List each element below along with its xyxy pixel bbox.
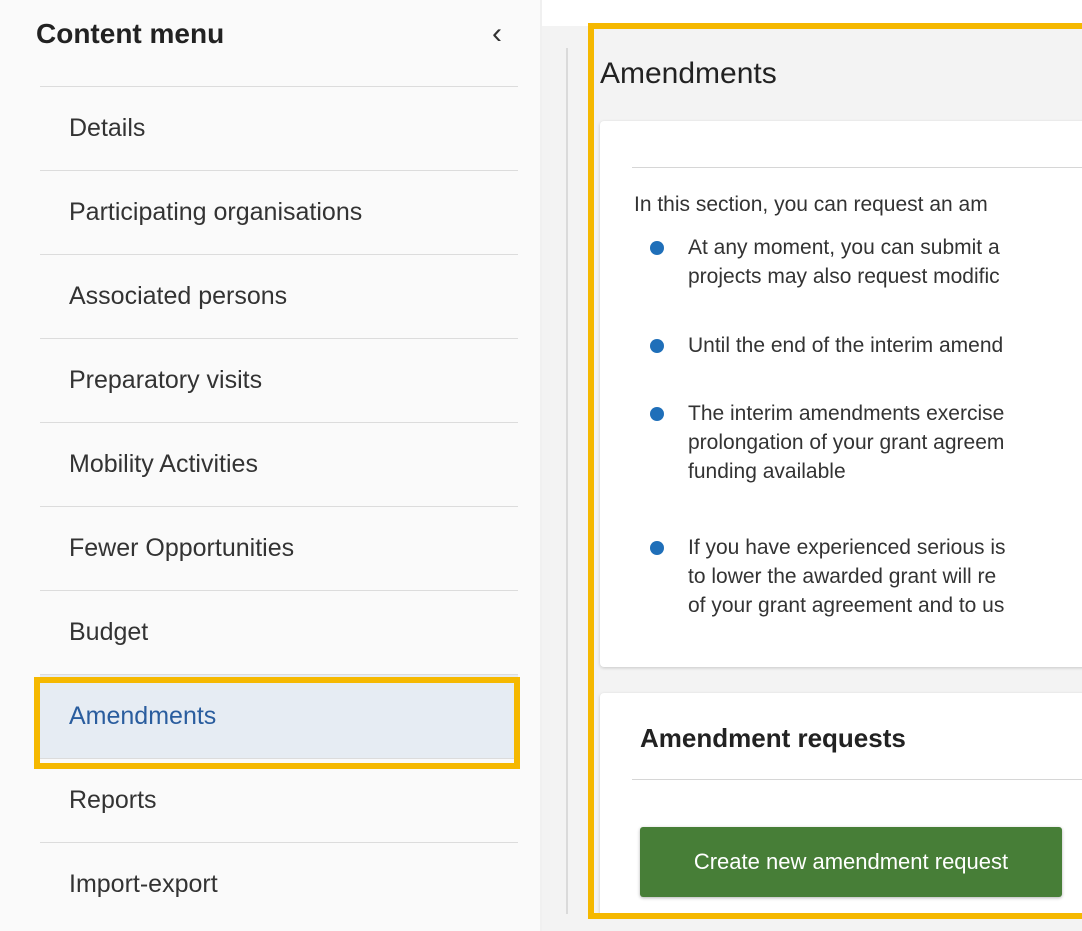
content-menu-sidebar: Content menu ‹ Details Participating org… bbox=[0, 0, 540, 931]
bullet-icon bbox=[650, 407, 664, 421]
sidebar-item-details[interactable]: Details bbox=[40, 86, 518, 170]
sidebar-item-fewer-opportunities[interactable]: Fewer Opportunities bbox=[40, 506, 518, 590]
sidebar-title: Content menu bbox=[36, 18, 225, 49]
bullet-line: of your grant agreement and to us bbox=[688, 594, 1005, 617]
intro-text: In this section, you can request an am bbox=[634, 193, 988, 216]
page-title: Amendments bbox=[600, 57, 777, 90]
sidebar-item-label: Amendments bbox=[69, 702, 217, 730]
sidebar-item-label: Participating organisations bbox=[69, 198, 363, 226]
bullet-line: to lower the awarded grant will re bbox=[688, 565, 997, 588]
sidebar-item-label: Budget bbox=[69, 618, 149, 646]
sidebar-item-label: Preparatory visits bbox=[69, 366, 263, 394]
bullet-icon bbox=[650, 339, 664, 353]
amendment-requests-title: Amendment requests bbox=[640, 723, 906, 753]
card-divider bbox=[632, 167, 1082, 168]
sidebar-item-label: Details bbox=[69, 114, 146, 142]
chevron-left-icon[interactable]: ‹ bbox=[482, 17, 512, 50]
bullet-line: prolongation of your grant agreem bbox=[688, 431, 1005, 454]
sidebar-item-mobility-activities[interactable]: Mobility Activities bbox=[40, 422, 518, 506]
content-menu: Details Participating organisations Asso… bbox=[40, 86, 518, 926]
content-divider bbox=[566, 48, 568, 914]
sidebar-item-label: Fewer Opportunities bbox=[69, 534, 295, 562]
bullet-line: The interim amendments exercise bbox=[688, 402, 1005, 425]
card-divider bbox=[632, 779, 1082, 780]
bullet-icon bbox=[650, 541, 664, 555]
sidebar-item-label: Mobility Activities bbox=[69, 450, 258, 478]
sidebar-item-amendments[interactable]: Amendments bbox=[40, 674, 518, 758]
bullet-line: If you have experienced serious is bbox=[688, 536, 1006, 559]
bullet-line: Until the end of the interim amend bbox=[688, 334, 1004, 357]
sidebar-header: Content menu ‹ bbox=[36, 14, 512, 54]
sidebar-item-preparatory-visits[interactable]: Preparatory visits bbox=[40, 338, 518, 422]
amendment-requests-card: Amendment requests Create new amendment … bbox=[600, 693, 1082, 913]
bullet-line: projects may also request modific bbox=[688, 265, 1000, 288]
sidebar-item-import-export[interactable]: Import-export bbox=[40, 842, 518, 926]
create-amendment-request-button[interactable]: Create new amendment request bbox=[640, 827, 1062, 897]
info-card: In this section, you can request an am A… bbox=[600, 121, 1082, 667]
bullet-line: funding available bbox=[688, 460, 846, 483]
highlight-box-main: Amendments In this section, you can requ… bbox=[588, 23, 1082, 919]
bullet-line: At any moment, you can submit a bbox=[688, 236, 1000, 259]
sidebar-item-label: Import-export bbox=[69, 870, 218, 898]
sidebar-item-reports[interactable]: Reports bbox=[40, 758, 518, 842]
sidebar-item-label: Associated persons bbox=[69, 282, 288, 310]
sidebar-item-associated-persons[interactable]: Associated persons bbox=[40, 254, 518, 338]
sidebar-item-label: Reports bbox=[69, 786, 157, 814]
sidebar-item-budget[interactable]: Budget bbox=[40, 590, 518, 674]
sidebar-item-participating-organisations[interactable]: Participating organisations bbox=[40, 170, 518, 254]
bullet-icon bbox=[650, 241, 664, 255]
